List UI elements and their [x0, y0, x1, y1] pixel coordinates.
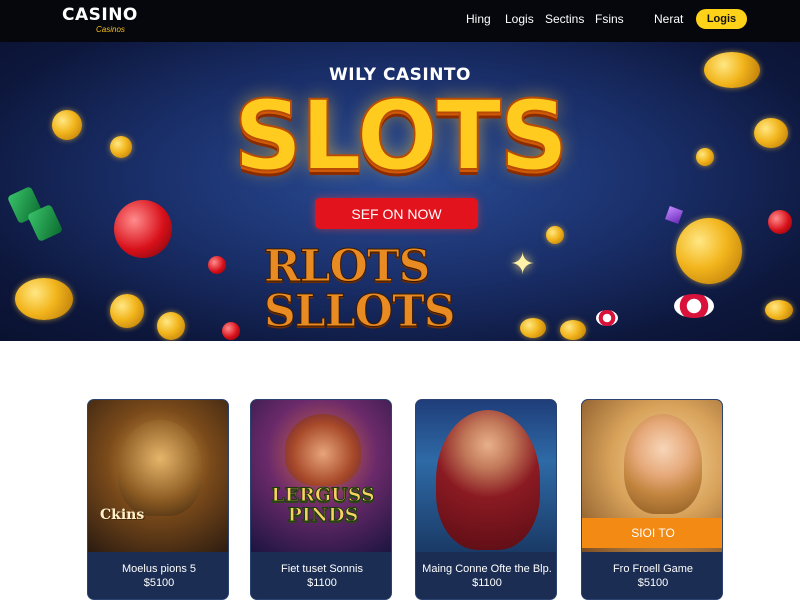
- gold-coin-icon: [15, 278, 73, 320]
- login-button[interactable]: Logis: [696, 9, 747, 29]
- gold-coin-icon: [676, 218, 742, 284]
- slot-badge-button[interactable]: SIOI TO: [582, 518, 722, 548]
- character-illustration: [436, 410, 540, 550]
- game-card-title: Moelus pions 5: [122, 563, 196, 575]
- hero-banner: ✦ WILY CASINTO SLOTS SEF ON NOW RLOTS SL…: [0, 42, 800, 341]
- slots-game-logo: RLOTS SLLOTS: [264, 241, 534, 337]
- game-card-artwork: Ckins: [88, 400, 228, 552]
- nav-link-logis[interactable]: Logis: [505, 12, 534, 26]
- game-card-price: $5100: [143, 577, 175, 589]
- casino-chip-icon: [596, 310, 618, 326]
- character-illustration: [285, 414, 361, 486]
- game-card-artwork: [416, 400, 556, 552]
- game-card-info: Fro Froell Game $5100: [582, 552, 722, 599]
- gold-coin-icon: [765, 300, 793, 320]
- gold-coin-icon: [560, 320, 586, 340]
- nav-link-nerat[interactable]: Nerat: [654, 12, 683, 26]
- game-card-price: $1100: [307, 577, 337, 589]
- cherry-icon: [222, 322, 240, 340]
- logo-main-text: CASINO: [62, 5, 138, 25]
- game-card[interactable]: Maing Conne Ofte the Blp. $1100: [415, 399, 557, 600]
- game-card-info: Moelus pions 5 $5100: [88, 552, 228, 599]
- casino-logo[interactable]: CASINO Casinos: [62, 5, 138, 35]
- game-card-art-text: Ckins: [100, 507, 145, 523]
- top-navigation-bar: CASINO Casinos Hing Logis Sectins Fsins …: [0, 0, 800, 42]
- cherry-icon: [114, 200, 172, 258]
- hero-title: SLOTS: [232, 80, 569, 192]
- nav-link-hing[interactable]: Hing: [466, 12, 491, 26]
- game-card-info: Fiet tuset Sonnis $1100: [251, 552, 391, 599]
- sign-on-now-button[interactable]: SEF ON NOW: [315, 198, 478, 229]
- game-card-artwork: SIOI TO: [582, 400, 722, 552]
- logo-sub-text: Casinos: [96, 25, 125, 34]
- game-card[interactable]: LERGUSS PINDS Fiet tuset Sonnis $1100: [250, 399, 392, 600]
- character-illustration: [624, 414, 702, 514]
- nav-link-sectins[interactable]: Sectins: [545, 12, 584, 26]
- casino-chip-icon: [674, 294, 714, 318]
- game-card-info: Maing Conne Ofte the Blp. $1100: [416, 552, 556, 599]
- game-card-art-text: LERGUSS PINDS: [271, 484, 375, 526]
- game-card[interactable]: SIOI TO Fro Froell Game $5100: [581, 399, 723, 600]
- game-card-title: Fro Froell Game: [612, 563, 694, 575]
- slots-logo-line-2: SLLOTS: [264, 286, 457, 337]
- gold-coin-icon: [546, 226, 564, 244]
- purple-gem-icon: [665, 206, 683, 224]
- slots-logo-line-1: RLOTS: [264, 241, 431, 292]
- game-card-title: Maing Conne Ofte the Blp.: [422, 563, 552, 575]
- character-illustration: [118, 420, 202, 516]
- game-card-title: Fiet tuset Sonnis: [281, 563, 363, 575]
- cherry-icon: [208, 256, 226, 274]
- game-card-price: $1100: [472, 577, 502, 589]
- game-card-artwork: LERGUSS PINDS: [251, 400, 391, 552]
- game-card[interactable]: Ckins Moelus pions 5 $5100: [87, 399, 229, 600]
- gold-coin-icon: [157, 312, 185, 340]
- cherry-icon: [768, 210, 792, 234]
- gold-coin-icon: [110, 294, 144, 328]
- nav-link-fsins[interactable]: Fsins: [595, 12, 624, 26]
- game-card-price: $5100: [637, 577, 669, 589]
